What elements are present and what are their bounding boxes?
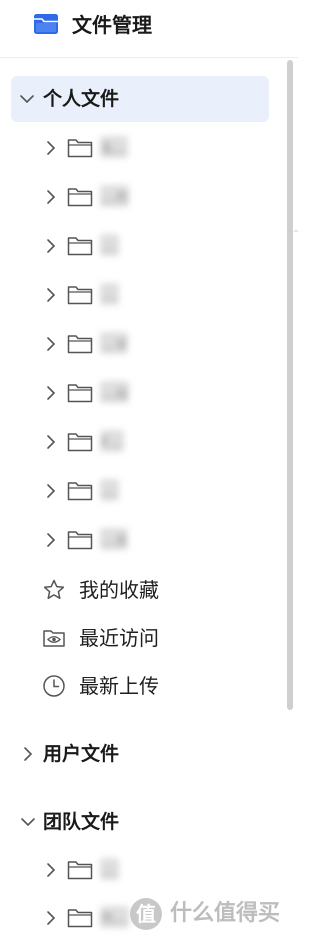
folder-row[interactable]: ... [0, 222, 284, 270]
folder-name: ...n [100, 185, 130, 207]
folder-icon [67, 433, 93, 452]
folder-icon [67, 286, 93, 305]
chevron-right-icon[interactable] [44, 189, 58, 205]
folder-row[interactable]: ...s [0, 516, 284, 564]
folder-name: ... [100, 479, 120, 501]
folder-icon [67, 139, 93, 158]
section-team-files[interactable]: 团队文件 [0, 799, 284, 845]
link-label: 我的收藏 [79, 578, 159, 602]
folder-icon [67, 188, 93, 207]
watermark-text: 什么值得买 [170, 901, 281, 926]
link-label: 最新上传 [79, 674, 159, 698]
chevron-right-icon[interactable] [44, 532, 58, 548]
folder-name: s... [100, 136, 129, 158]
link-label: 最近访问 [79, 626, 159, 650]
folder-row[interactable]: r... [0, 418, 284, 466]
link-latest-upload[interactable]: 最新上传 [0, 662, 284, 710]
svg-text:值: 值 [136, 902, 156, 926]
chevron-right-icon[interactable] [44, 910, 58, 926]
chevron-right-icon[interactable] [44, 483, 58, 499]
folder-icon [67, 531, 93, 550]
folder-name: n... [100, 906, 130, 928]
chevron-right-icon[interactable] [44, 385, 58, 401]
folder-row[interactable]: ... [0, 271, 284, 319]
scrollbar-thumb[interactable] [287, 60, 293, 710]
folder-name: ...v [100, 332, 129, 354]
folder-row[interactable]: ... [0, 846, 284, 894]
folder-icon [67, 384, 93, 403]
app-header: 文件管理 [0, 0, 298, 58]
divider [294, 230, 298, 232]
chevron-right-icon[interactable] [20, 746, 36, 762]
chevron-right-icon[interactable] [44, 238, 58, 254]
section-user-files[interactable]: 用户文件 [0, 731, 284, 777]
watermark: 值 什么值得买 [128, 894, 280, 934]
link-recent[interactable]: 最近访问 [0, 614, 284, 662]
chevron-down-icon[interactable] [19, 91, 35, 107]
folder-name: ...s [100, 528, 129, 550]
section-personal-files[interactable]: 个人文件 [11, 76, 269, 122]
folder-name: ...u [100, 381, 130, 403]
folder-row[interactable]: s... [0, 124, 284, 172]
chevron-right-icon[interactable] [44, 862, 58, 878]
folder-row[interactable]: ... [0, 467, 284, 515]
section-label: 用户文件 [43, 743, 120, 765]
folder-name: r... [100, 430, 125, 452]
star-icon [43, 579, 65, 600]
chevron-right-icon[interactable] [44, 336, 58, 352]
folder-name: ... [100, 858, 120, 880]
chevron-right-icon[interactable] [44, 434, 58, 450]
folder-icon [67, 237, 93, 256]
section-label: 团队文件 [43, 811, 120, 833]
zdm-logo-icon: 值 [130, 898, 162, 930]
section-label: 个人文件 [43, 88, 120, 110]
folder-icon [67, 482, 93, 501]
app-folder-icon [34, 14, 58, 34]
app-title: 文件管理 [72, 13, 152, 37]
folder-row[interactable]: ...u [0, 369, 284, 417]
folder-icon [67, 861, 93, 880]
link-favorites[interactable]: 我的收藏 [0, 566, 284, 614]
folder-name: ... [100, 234, 120, 256]
folder-name: ... [100, 283, 120, 305]
folder-icon [67, 909, 93, 928]
folder-row[interactable]: ...v [0, 320, 284, 368]
folder-icon [67, 335, 93, 354]
folder-row[interactable]: ...n [0, 173, 284, 221]
eye-icon [43, 630, 65, 647]
clock-icon [43, 675, 65, 697]
chevron-right-icon[interactable] [44, 287, 58, 303]
chevron-right-icon[interactable] [44, 140, 58, 156]
chevron-down-icon[interactable] [20, 814, 36, 830]
